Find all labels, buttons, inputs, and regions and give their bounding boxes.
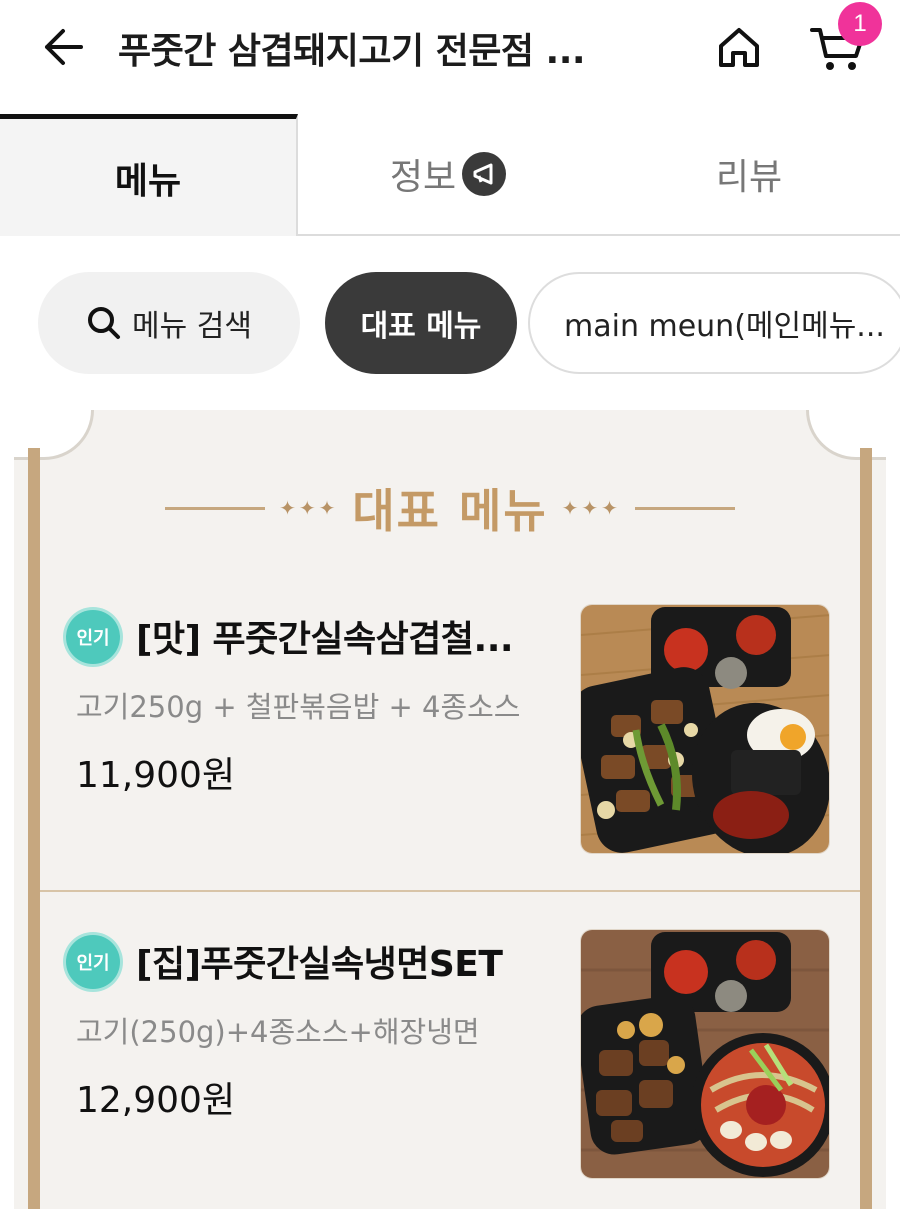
popular-badge: 인기 [66,610,120,664]
menu-item-description: 고기250g + 철판볶음밥 + 4종소스 [76,690,521,724]
store-title: 푸줏간 삼겹돼지고기 전문점 ... [118,31,586,72]
diamond-ornament-icon: ✦✦✦ [279,496,339,520]
tab-review-label: 리뷰 [715,157,783,198]
diamond-ornament-icon: ✦✦✦ [561,496,621,520]
menu-item-name: [집]푸줏간실속냉면SET [136,944,503,985]
category-chip-main[interactable]: 대표 메뉴 [325,272,517,374]
category-chip-main-label: 대표 메뉴 [360,309,482,344]
menu-item[interactable]: 인기 [집]푸줏간실속냉면SET 고기(250g)+4종소스+해장냉면 12,9… [40,915,860,1205]
tab-bar: 메뉴 정보 리뷰 [0,114,900,236]
section-title: 대표 메뉴 [352,484,548,538]
menu-search-label: 메뉴 검색 [132,309,252,344]
panel-border-left [28,448,40,1209]
menu-item-description: 고기(250g)+4종소스+해장냉면 [76,1015,480,1049]
home-button[interactable] [712,20,766,74]
home-icon [719,28,759,67]
search-icon [88,307,121,339]
tab-review[interactable]: 리뷰 [598,114,900,236]
section-heading: ✦✦✦ 대표 메뉴 ✦✦✦ [150,478,750,538]
menu-item[interactable]: 인기 [맛] 푸줏간실속삼겹철... 고기250g + 철판볶음밥 + 4종소스… [40,590,860,880]
heading-line-left [165,506,266,510]
top-bar: 푸줏간 삼겹돼지고기 전문점 ... 1 [0,0,900,100]
category-chip-main-menu[interactable]: main meun(메인메뉴... [528,272,900,374]
back-button[interactable] [38,24,88,70]
menu-item-price: 11,900원 [76,755,236,796]
heading-line-right [634,506,735,510]
menu-item-price: 12,900원 [76,1080,236,1121]
tab-menu-label: 메뉴 [114,160,182,202]
tab-info[interactable]: 정보 [298,114,598,236]
menu-item-photo [580,929,830,1179]
tab-info-label: 정보 [389,157,457,198]
popular-badge: 인기 [66,935,120,989]
menu-item-photo [580,604,830,854]
arrow-left-icon [45,29,83,65]
category-chip-main-menu-label: main meun(메인메뉴... [564,309,885,344]
menu-item-name: [맛] 푸줏간실속삼겹철... [136,619,514,660]
item-divider [40,890,860,892]
menu-search-chip[interactable]: 메뉴 검색 [38,272,300,374]
panel-border-right [860,448,872,1209]
megaphone-icon [462,152,507,196]
tab-menu[interactable]: 메뉴 [0,114,298,236]
cart-count-badge: 1 [838,2,882,46]
